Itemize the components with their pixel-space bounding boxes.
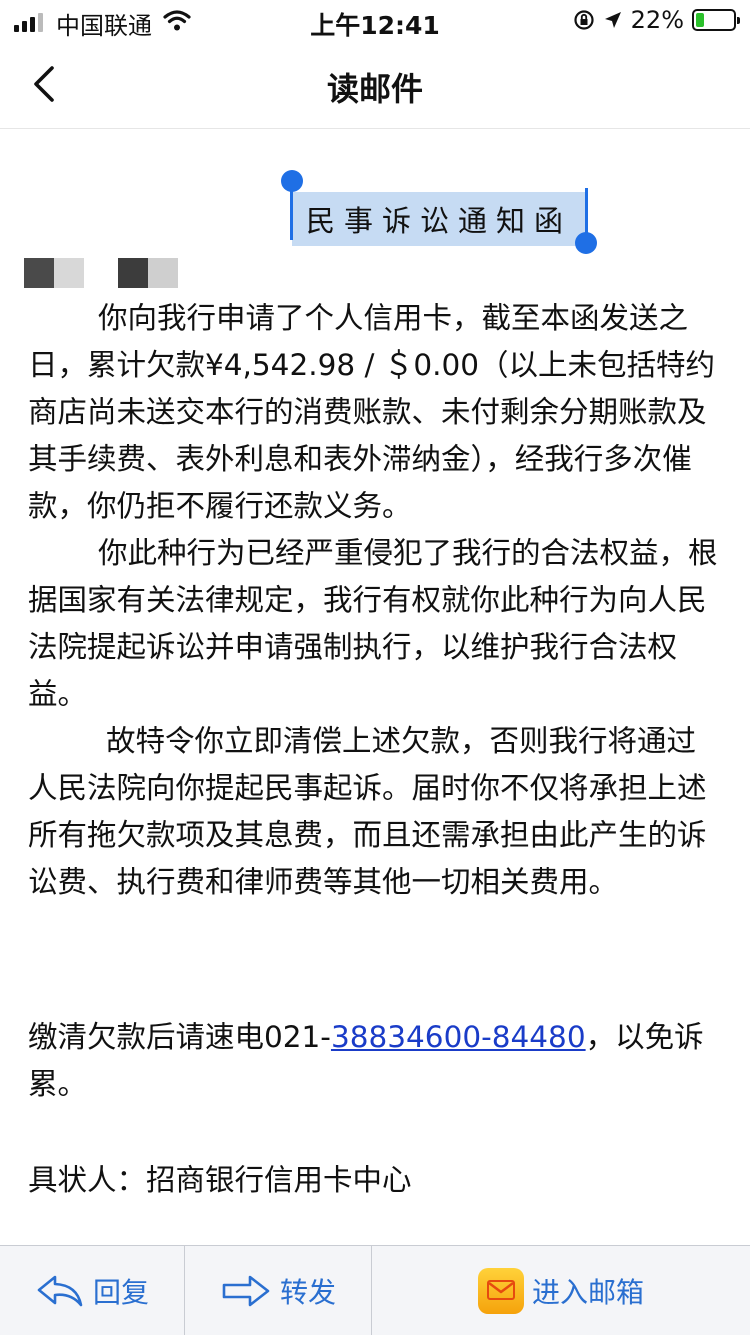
reply-arrow-icon [37, 1275, 83, 1306]
paragraph-demand: 故特令你立即清偿上述欠款，否则我行将通过人民法院向你提起民事起诉。届时你不仅将承… [28, 724, 707, 899]
reply-label: 回复 [92, 1275, 149, 1309]
reply-button[interactable]: 回复 [0, 1246, 185, 1335]
battery-percent: 22% [630, 6, 684, 34]
nav-bar: 读邮件 [0, 42, 750, 129]
location-arrow-icon [604, 12, 621, 28]
paragraph-legal-rights: 你此种行为已经严重侵犯了我行的合法权益，根据国家有关法律规定，我行有权就你此种行… [28, 536, 718, 711]
forward-button[interactable]: 转发 [185, 1246, 372, 1335]
page-title: 读邮件 [326, 70, 423, 108]
contact-text-prefix: 缴清欠款后请速电021- [28, 1020, 331, 1054]
redacted-recipient-name-2 [118, 258, 178, 288]
battery-icon [692, 9, 740, 31]
forward-arrow-icon [222, 1275, 270, 1306]
paragraph-contact: 缴清欠款后请速电021-38834600-84480，以免诉累。 [28, 1014, 722, 1108]
document-title-selection: 民事诉讼通知函 [281, 170, 598, 254]
redacted-recipient-name [24, 258, 84, 288]
mailbox-app-icon [477, 1267, 524, 1314]
phone-number-link[interactable]: 38834600-84480 [331, 1020, 586, 1054]
battery-level [696, 13, 704, 27]
forward-label: 转发 [279, 1275, 336, 1309]
enter-mailbox-label: 进入邮箱 [531, 1275, 644, 1309]
bottom-toolbar: 回复 转发 进入邮箱 [0, 1245, 750, 1335]
enter-mailbox-button[interactable]: 进入邮箱 [372, 1246, 750, 1335]
selection-end-handle[interactable] [575, 232, 598, 254]
selection-start-bar [290, 188, 293, 240]
orientation-lock-icon [574, 10, 594, 30]
signature-line: 具状人：招商银行信用卡中心 [28, 1163, 412, 1197]
status-bar: 中国联通 上午12:41 22% [0, 0, 750, 42]
document-title: 民事诉讼通知函 [292, 192, 587, 246]
paragraph-debt-amount: 你向我行申请了个人信用卡，截至本函发送之日，累计欠款¥4,542.98 / ＄0… [28, 301, 716, 523]
